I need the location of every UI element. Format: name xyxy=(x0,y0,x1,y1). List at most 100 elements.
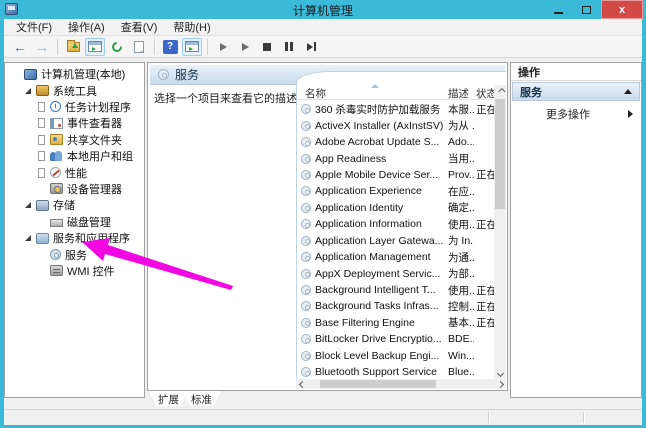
more-actions-item[interactable]: 更多操作 xyxy=(512,105,640,123)
tree-item[interactable]: 系统工具 xyxy=(5,82,144,98)
service-row[interactable]: BitLocker Drive Encryptio... BDE... xyxy=(297,331,494,347)
action-pane-toggle-button[interactable] xyxy=(182,38,202,56)
console-tree-toggle-button[interactable] xyxy=(85,38,105,56)
expand-arrow-icon[interactable] xyxy=(11,69,22,79)
expand-arrow-icon[interactable] xyxy=(37,118,48,128)
expand-arrow-icon[interactable] xyxy=(37,266,48,276)
collapse-caret-icon[interactable] xyxy=(624,89,632,94)
service-description: 为部... xyxy=(448,266,474,281)
tree-item[interactable]: 任务计划程序 xyxy=(5,99,144,115)
service-row[interactable]: 360 杀毒实时防护加载服务 本服... 正在... xyxy=(297,101,494,117)
expand-arrow-icon[interactable] xyxy=(23,200,34,210)
toolbar-separator xyxy=(154,39,155,55)
service-row[interactable]: Apple Mobile Device Ser... Prov... 正在... xyxy=(297,167,494,183)
tree-item[interactable]: 性能 xyxy=(5,164,144,180)
tree-item[interactable]: 服务和应用程序 xyxy=(5,230,144,246)
play-icon xyxy=(220,43,227,51)
service-name: Application Management xyxy=(315,251,445,263)
expand-arrow-icon[interactable] xyxy=(37,249,48,259)
tree-item[interactable]: 存储 xyxy=(5,197,144,213)
service-row[interactable]: Application Identity 确定... xyxy=(297,200,494,216)
tree-item-label: 存储 xyxy=(53,197,75,213)
service-row[interactable]: Background Tasks Infras... 控制... 正在... xyxy=(297,298,494,314)
expand-arrow-icon[interactable] xyxy=(23,233,34,243)
export-list-button[interactable] xyxy=(129,38,149,56)
service-row[interactable]: App Readiness 当用... xyxy=(297,150,494,166)
start-service-button[interactable] xyxy=(213,38,233,56)
vertical-scrollbar[interactable] xyxy=(494,85,506,379)
maximize-button[interactable] xyxy=(574,0,598,19)
minimize-button[interactable] xyxy=(546,0,570,19)
service-name: BitLocker Drive Encryptio... xyxy=(315,333,445,345)
menu-item[interactable]: 帮助(H) xyxy=(165,18,218,36)
service-status: 正在... xyxy=(476,102,494,117)
expand-arrow-icon[interactable] xyxy=(37,135,48,145)
tree-item-icon xyxy=(50,101,61,112)
scroll-up-button[interactable] xyxy=(494,85,506,97)
expand-arrow-icon[interactable] xyxy=(23,86,34,96)
menu-item[interactable]: 查看(V) xyxy=(113,18,166,36)
service-row[interactable]: Application Information 使用... 正在... xyxy=(297,216,494,232)
back-button[interactable]: ← xyxy=(10,38,30,56)
service-row[interactable]: Application Management 为通... xyxy=(297,249,494,265)
service-description: 为 In... xyxy=(448,233,474,248)
expand-arrow-icon[interactable] xyxy=(37,168,48,178)
actions-panel: 操作 服务 更多操作 xyxy=(510,62,642,398)
help-button[interactable]: ? xyxy=(160,38,180,56)
service-row[interactable]: Bluetooth Support Service Blue... xyxy=(297,364,494,379)
tree-item[interactable]: 设备管理器 xyxy=(5,181,144,197)
tree-item[interactable]: 服务 xyxy=(5,246,144,262)
restart-icon xyxy=(307,42,316,51)
tree-item[interactable]: 事件查看器 xyxy=(5,115,144,131)
horizontal-scroll-thumb[interactable] xyxy=(320,380,436,388)
service-name: ActiveX Installer (AxInstSV) xyxy=(315,120,445,132)
restart-service-button[interactable] xyxy=(301,38,321,56)
column-header-name[interactable]: 名称 xyxy=(305,86,326,101)
forward-button[interactable]: → xyxy=(32,38,52,56)
service-description: 当用... xyxy=(448,151,474,166)
actions-section-header[interactable]: 服务 xyxy=(512,82,640,101)
service-name: 360 杀毒实时防护加载服务 xyxy=(315,102,445,117)
scroll-down-button[interactable] xyxy=(494,367,506,379)
tree-item[interactable]: 本地用户和组 xyxy=(5,148,144,164)
column-header-description[interactable]: 描述 xyxy=(448,86,469,101)
up-level-button[interactable] xyxy=(63,38,83,56)
tree-item-icon xyxy=(50,167,61,178)
menu-item[interactable]: 文件(F) xyxy=(8,18,60,36)
service-status: 正在... xyxy=(476,299,494,314)
menu-item[interactable]: 操作(A) xyxy=(60,18,113,36)
service-row[interactable]: Application Experience 在应... xyxy=(297,183,494,199)
tree-item[interactable]: 计算机管理(本地) xyxy=(5,66,144,82)
action-pane-icon xyxy=(185,41,199,52)
scroll-left-button[interactable] xyxy=(296,379,308,389)
expand-arrow-icon[interactable] xyxy=(37,184,48,194)
expand-arrow-icon[interactable] xyxy=(37,102,48,112)
service-row[interactable]: Base Filtering Engine 基本... 正在... xyxy=(297,315,494,331)
expand-arrow-icon[interactable] xyxy=(37,217,48,227)
horizontal-scrollbar[interactable] xyxy=(296,379,506,389)
view-tab[interactable]: 标准 xyxy=(182,391,221,406)
resume-service-button[interactable] xyxy=(235,38,255,56)
view-tab[interactable]: 扩展 xyxy=(149,391,188,406)
service-row[interactable]: ActiveX Installer (AxInstSV) 为从 ... xyxy=(297,117,494,133)
stop-service-button[interactable] xyxy=(257,38,277,56)
expand-arrow-icon[interactable] xyxy=(37,151,48,161)
pause-service-button[interactable] xyxy=(279,38,299,56)
service-row[interactable]: Background Intelligent T... 使用... 正在... xyxy=(297,282,494,298)
scroll-right-button[interactable] xyxy=(494,379,506,389)
close-button[interactable]: x xyxy=(601,0,643,19)
service-row[interactable]: Application Layer Gatewa... 为 In... xyxy=(297,233,494,249)
tree-item[interactable]: 磁盘管理 xyxy=(5,214,144,230)
service-row[interactable]: AppX Deployment Servic... 为部... xyxy=(297,265,494,281)
service-rows: 360 杀毒实时防护加载服务 本服... 正在... ActiveX Insta… xyxy=(297,101,494,379)
toolbar-separator xyxy=(57,39,58,55)
service-description: 使用... xyxy=(448,283,474,298)
tree-item[interactable]: WMI 控件 xyxy=(5,263,144,279)
service-description: 确定... xyxy=(448,200,474,215)
service-row[interactable]: Block Level Backup Engi... Win... xyxy=(297,348,494,364)
tree-item[interactable]: 共享文件夹 xyxy=(5,132,144,148)
services-list: 名称 描述 状态 360 杀毒实时防护加载服务 本服... 正在... xyxy=(296,71,506,389)
refresh-button[interactable] xyxy=(107,38,127,56)
service-row[interactable]: Adobe Acrobat Update S... Ado... xyxy=(297,134,494,150)
vertical-scroll-thumb[interactable] xyxy=(495,99,505,209)
